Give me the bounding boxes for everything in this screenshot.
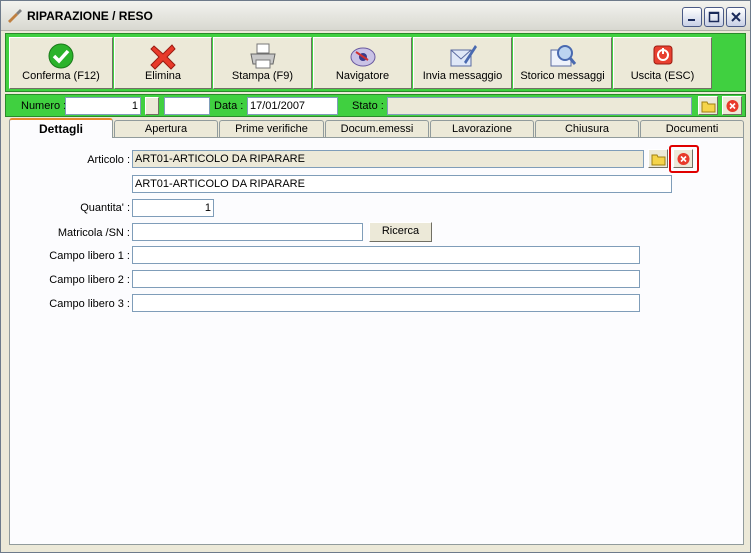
numero-field[interactable]: 1 <box>65 97 141 115</box>
numero-lookup-button[interactable] <box>145 97 159 115</box>
app-icon <box>8 9 22 23</box>
campo3-field[interactable] <box>132 294 640 312</box>
articolo-clear-highlight <box>669 145 699 173</box>
uscita-label: Uscita (ESC) <box>630 70 695 82</box>
campo2-label: Campo libero 2 : <box>49 274 130 286</box>
elimina-label: Elimina <box>144 70 182 82</box>
data-label: Data : <box>214 100 244 112</box>
tab-lavorazione[interactable]: Lavorazione <box>430 120 534 137</box>
printer-icon <box>249 43 276 69</box>
uscita-button[interactable]: Uscita (ESC) <box>613 37 712 89</box>
stampa-label: Stampa (F9) <box>231 70 294 82</box>
numero-suffix-field[interactable] <box>164 97 210 115</box>
storico-messaggi-label: Storico messaggi <box>520 70 605 82</box>
title-bar[interactable]: RIPARAZIONE / RESO <box>1 1 750 31</box>
tab-apertura[interactable]: Apertura <box>114 120 218 137</box>
elimina-button[interactable]: Elimina <box>114 37 212 89</box>
quantita-field[interactable]: 1 <box>132 199 214 217</box>
tab-docum-emessi[interactable]: Docum.emessi <box>325 120 429 137</box>
campo1-field[interactable] <box>132 246 640 264</box>
navigatore-button[interactable]: Navigatore <box>313 37 412 89</box>
navigator-icon <box>350 47 375 67</box>
window-title: RIPARAZIONE / RESO <box>27 9 153 23</box>
tab-chiusura[interactable]: Chiusura <box>535 120 639 137</box>
tab-dettagli[interactable]: Dettagli <box>9 118 113 138</box>
articolo-browse-button[interactable] <box>648 149 668 168</box>
articolo-code-field[interactable]: ART01-ARTICOLO DA RIPARARE <box>132 150 644 168</box>
numero-label: Numero : <box>21 100 67 112</box>
folder-icon <box>651 154 666 166</box>
message-history-icon <box>550 45 576 67</box>
stato-clear-button[interactable] <box>722 96 742 115</box>
navigatore-label: Navigatore <box>335 70 390 82</box>
articolo-label: Articolo : <box>87 154 130 166</box>
tab-strip: Dettagli Apertura Prime verifiche Docum.… <box>9 118 744 138</box>
folder-icon <box>701 101 716 113</box>
clear-icon <box>726 100 739 112</box>
delete-x-icon <box>150 44 176 70</box>
tab-prime-verifiche[interactable]: Prime verifiche <box>219 120 324 137</box>
toolbar: Conferma (F12) Elimina Stampa (F9) Navig… <box>5 33 746 92</box>
conferma-button[interactable]: Conferma (F12) <box>9 37 113 89</box>
header-row: Numero : 1 Data : 17/01/2007 Stato : <box>5 94 746 117</box>
conferma-label: Conferma (F12) <box>22 70 100 82</box>
check-icon <box>48 43 74 69</box>
tab-documenti[interactable]: Documenti <box>640 120 744 137</box>
data-field[interactable]: 17/01/2007 <box>247 97 338 115</box>
maximize-icon <box>708 11 720 23</box>
stato-field[interactable] <box>387 97 692 115</box>
stato-browse-button[interactable] <box>698 96 718 115</box>
close-window-button[interactable] <box>726 7 746 27</box>
storico-messaggi-button[interactable]: Storico messaggi <box>513 37 612 89</box>
stampa-button[interactable]: Stampa (F9) <box>213 37 312 89</box>
campo3-label: Campo libero 3 : <box>49 298 130 310</box>
quantita-label: Quantita' : <box>80 202 130 214</box>
invia-messaggio-button[interactable]: Invia messaggio <box>413 37 512 89</box>
campo1-label: Campo libero 1 : <box>49 250 130 262</box>
stato-label: Stato : <box>352 100 384 112</box>
matricola-field[interactable] <box>132 223 363 241</box>
close-icon <box>731 12 741 22</box>
details-panel: Articolo : ART01-ARTICOLO DA RIPARARE AR… <box>9 137 744 545</box>
minimize-icon <box>688 19 695 21</box>
send-message-icon <box>450 45 477 67</box>
maximize-button[interactable] <box>704 7 724 27</box>
exit-icon <box>653 45 672 65</box>
invia-messaggio-label: Invia messaggio <box>422 70 503 82</box>
campo2-field[interactable] <box>132 270 640 288</box>
articolo-description-field[interactable]: ART01-ARTICOLO DA RIPARARE <box>132 175 672 193</box>
main-window: RIPARAZIONE / RESO Conferma (F12) Elimin… <box>0 0 751 553</box>
matricola-label: Matricola /SN : <box>57 227 130 239</box>
minimize-button[interactable] <box>682 7 702 27</box>
ricerca-button[interactable]: Ricerca <box>369 222 432 242</box>
